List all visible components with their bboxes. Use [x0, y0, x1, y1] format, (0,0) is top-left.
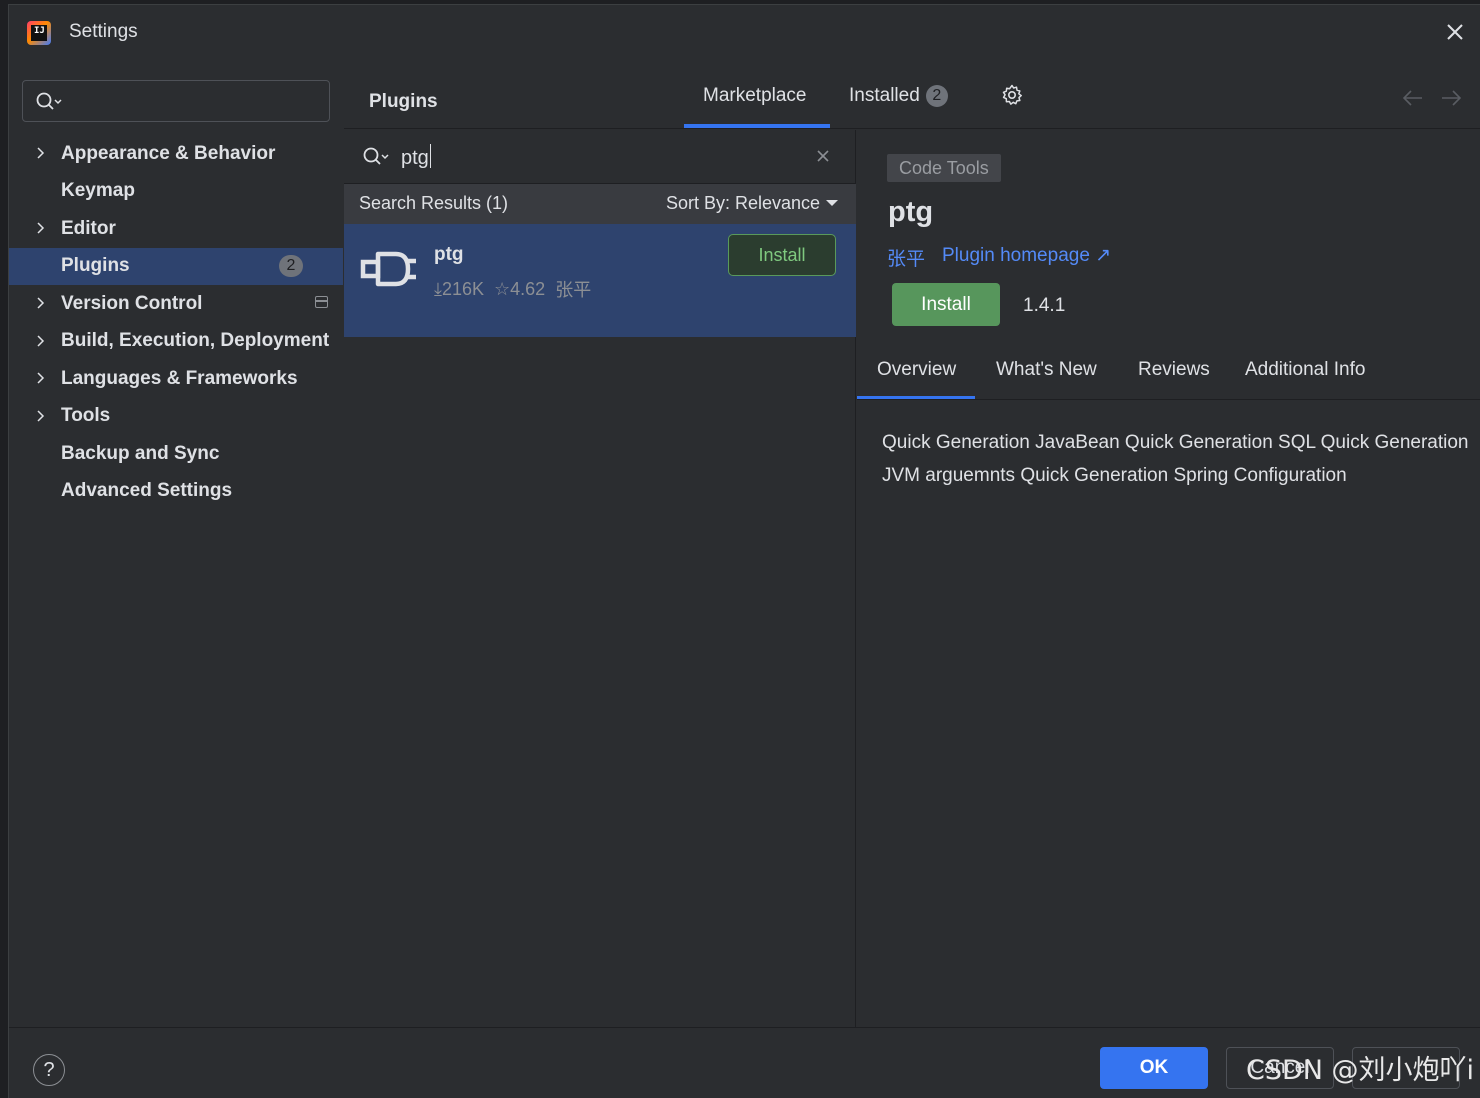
search-icon: [36, 92, 62, 110]
sidebar-item-label: Keymap: [61, 180, 135, 202]
plugin-name: ptg: [434, 244, 464, 265]
installed-count-badge: 2: [925, 85, 948, 107]
plugin-list-pane: ptg Search Results (1) Sort By: Relevanc…: [344, 130, 856, 1027]
plugin-description: Quick Generation JavaBean Quick Generati…: [882, 432, 1469, 486]
tab-installed[interactable]: Installed 2: [849, 85, 948, 107]
plugin-vendor: 张平: [555, 280, 592, 300]
plugin-search-text: ptg: [401, 147, 429, 169]
sidebar-item-label: Languages & Frameworks: [61, 367, 298, 389]
tab-reviews[interactable]: Reviews: [1138, 359, 1210, 381]
dropdown-arrow-icon: [826, 200, 839, 206]
plugin-detail-pane: Code Tools ptg 张平 Plugin homepage ↗ Inst…: [857, 130, 1480, 1027]
clear-search-icon[interactable]: [816, 149, 830, 163]
ok-button[interactable]: OK: [1100, 1047, 1208, 1089]
sidebar-item-label: Version Control: [61, 292, 203, 314]
list-install-button[interactable]: Install: [728, 234, 836, 276]
sidebar-item-advanced-settings[interactable]: Advanced Settings: [9, 473, 343, 511]
back-arrow-icon[interactable]: [1402, 89, 1424, 107]
category-tag[interactable]: Code Tools: [887, 154, 1001, 182]
plugin-icon: [360, 251, 416, 287]
text-cursor: [429, 144, 432, 168]
sidebar-item-appearance-behavior[interactable]: Appearance & Behavior: [9, 135, 343, 173]
project-settings-icon: [315, 296, 328, 308]
plugin-downloads: 216K: [441, 278, 485, 299]
help-button[interactable]: ?: [33, 1054, 65, 1086]
vendor-link[interactable]: 张平: [887, 244, 925, 271]
close-icon[interactable]: [1444, 21, 1466, 43]
sidebar-item-label: Advanced Settings: [61, 480, 233, 502]
search-results-bar: Search Results (1) Sort By: Relevance: [344, 184, 856, 224]
sidebar-item-languages-frameworks[interactable]: Languages & Frameworks: [9, 360, 343, 398]
csdn-watermark: CSDN @刘小炮吖i: [1246, 1055, 1475, 1086]
settings-search-input[interactable]: [22, 80, 330, 122]
tab-overview[interactable]: Overview: [877, 359, 956, 381]
background-strip: [0, 0, 8, 1098]
sidebar-item-backup-sync[interactable]: Backup and Sync: [9, 435, 343, 473]
plugins-count-badge: 2: [279, 254, 303, 277]
window-title: Settings: [69, 21, 138, 42]
plugin-rating: 4.62: [510, 278, 546, 299]
title-bar: IJ Settings: [9, 5, 1480, 65]
plugins-header: Plugins Marketplace Installed 2: [344, 65, 1480, 129]
star-icon: ☆4.62: [494, 278, 546, 299]
sidebar-item-plugins[interactable]: Plugins 2: [9, 247, 343, 285]
chevron-right-icon[interactable]: [35, 222, 47, 234]
chevron-right-icon[interactable]: [35, 147, 47, 159]
sidebar-item-label: Tools: [61, 405, 111, 427]
settings-tree: Appearance & Behavior Keymap Editor Plug…: [9, 135, 343, 510]
chevron-right-icon[interactable]: [35, 409, 47, 422]
sidebar-item-label: Plugins: [61, 255, 130, 277]
settings-sidebar: Appearance & Behavior Keymap Editor Plug…: [9, 65, 343, 1027]
tab-installed-label: Installed: [849, 85, 920, 106]
sidebar-item-label: Build, Execution, Deployment: [61, 330, 330, 352]
chevron-right-icon[interactable]: [35, 297, 47, 309]
tab-marketplace-underline: [684, 124, 830, 128]
chevron-right-icon[interactable]: [35, 334, 47, 347]
sidebar-item-label: Editor: [61, 217, 116, 239]
settings-dialog: IJ Settings Appearance & Behavior Keymap: [8, 4, 1480, 1098]
sort-dropdown[interactable]: Sort By: Relevance: [666, 193, 839, 214]
plugins-title: Plugins: [369, 91, 438, 112]
sidebar-item-label: Backup and Sync: [61, 442, 220, 464]
plugin-search-value[interactable]: ptg: [401, 144, 432, 170]
tab-additional-info[interactable]: Additional Info: [1245, 359, 1365, 381]
detail-install-button[interactable]: Install: [892, 283, 1000, 326]
plugin-version: 1.4.1: [1023, 295, 1066, 316]
tab-marketplace[interactable]: Marketplace: [703, 85, 807, 107]
sidebar-item-version-control[interactable]: Version Control: [9, 285, 343, 323]
plugin-meta: ⤓216K ☆4.62 张平: [434, 276, 591, 302]
detail-tabs: Overview What's New Reviews Additional I…: [857, 348, 1480, 400]
sidebar-item-build-execution-deployment[interactable]: Build, Execution, Deployment: [9, 323, 343, 361]
download-icon: ⤓216K: [434, 278, 485, 299]
sidebar-item-label: Appearance & Behavior: [61, 142, 276, 164]
plugin-homepage-link[interactable]: Plugin homepage ↗: [942, 244, 1111, 267]
sidebar-item-tools[interactable]: Tools: [9, 398, 343, 436]
search-icon: [363, 147, 389, 165]
tab-whats-new[interactable]: What's New: [996, 359, 1097, 381]
forward-arrow-icon[interactable]: [1440, 89, 1462, 107]
sort-dropdown-label: Sort By: Relevance: [666, 193, 821, 213]
gear-icon[interactable]: [1000, 83, 1024, 107]
sidebar-item-editor[interactable]: Editor: [9, 210, 343, 248]
plugin-search-input[interactable]: ptg: [344, 130, 856, 184]
plugin-list-item[interactable]: ptg ⤓216K ☆4.62 张平 Install: [344, 224, 856, 337]
search-results-label: Search Results (1): [359, 193, 509, 213]
sidebar-item-keymap[interactable]: Keymap: [9, 173, 343, 211]
chevron-right-icon[interactable]: [35, 372, 47, 384]
plugin-detail-name: ptg: [888, 196, 934, 228]
tab-overview-underline: [857, 396, 975, 399]
intellij-logo-icon: IJ: [27, 21, 51, 45]
